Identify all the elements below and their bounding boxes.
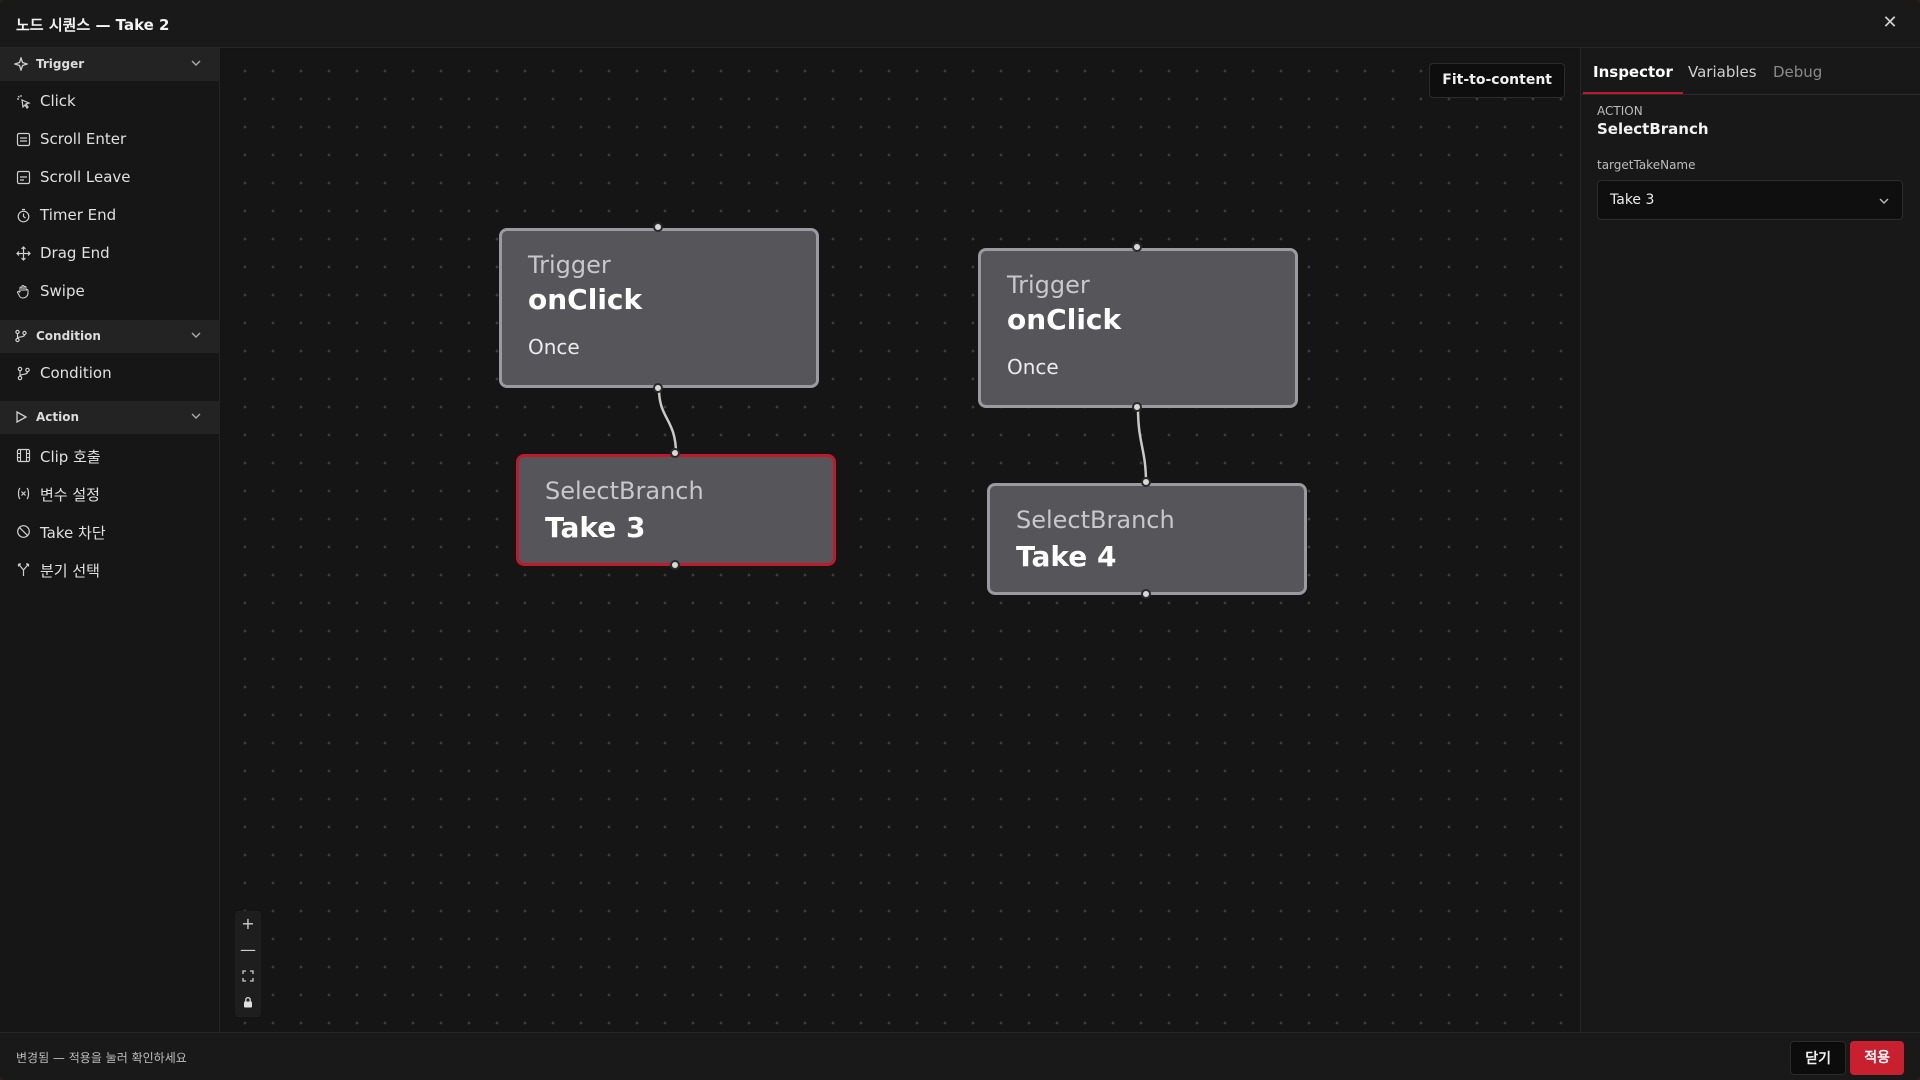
branch-icon [17,366,30,381]
tab-debug[interactable]: Debug [1763,58,1832,94]
input-port[interactable] [1141,477,1151,487]
sidebar-item-clip-call[interactable]: Clip 호출 [0,438,220,474]
window-title: 노드 시퀀스 — Take 2 [16,16,170,34]
target-take-select[interactable]: Take 3 [1597,180,1903,220]
select-value: Take 3 [1610,192,1655,208]
sidebar-item-label: Scroll Leave [40,168,131,186]
section-header-trigger[interactable]: Trigger [0,48,220,81]
node-name: Take 3 [545,511,646,544]
select-branch-node-1[interactable]: SelectBranch Take 3 [516,454,836,566]
hand-icon [16,284,29,299]
block-icon [17,525,30,538]
zoom-controls: + — [235,911,261,1017]
sidebar-item-scroll-leave[interactable]: Scroll Leave [0,160,220,196]
chevron-down-icon [191,332,201,338]
footer-bar: 변경됨 — 적용을 눌러 확인하세요 닫기 적용 [0,1032,1920,1080]
node-sub: Once [1007,355,1059,379]
output-port[interactable] [1141,589,1151,599]
section-label-condition: Condition [36,329,101,343]
sidebar-item-swipe[interactable]: Swipe [0,274,220,310]
node-kind: Trigger [528,251,611,279]
sidebar-item-scroll-enter[interactable]: Scroll Enter [0,122,220,158]
node-name: onClick [1007,303,1122,336]
trigger-node-2[interactable]: Trigger onClick Once [978,248,1298,408]
scroll-leave-icon [16,170,31,185]
trigger-node-1[interactable]: Trigger onClick Once [499,228,819,388]
play-icon [16,410,28,424]
sidebar-item-label: Take 차단 [40,524,106,542]
sidebar-item-label: Timer End [40,206,117,224]
sidebar-item-label: 변수 설정 [40,486,100,504]
action-value: SelectBranch [1597,120,1709,138]
field-label: targetTakeName [1597,158,1696,172]
section-header-action[interactable]: Action [0,401,220,434]
apply-button[interactable]: 적용 [1850,1041,1904,1075]
close-button[interactable]: 닫기 [1790,1041,1846,1075]
node-name: onClick [528,283,643,316]
node-palette-sidebar: Trigger Click Scroll Enter Scroll Leave … [0,48,220,1032]
output-port[interactable] [1132,402,1142,412]
sidebar-item-set-variable[interactable]: 변수 설정 [0,476,220,512]
section-label-action: Action [36,410,80,424]
sidebar-item-timer-end[interactable]: Timer End [0,198,220,234]
sidebar-item-condition[interactable]: Condition [0,356,220,392]
variable-icon [17,487,30,500]
edge-trigger2-to-branch2 [1136,407,1148,484]
node-kind: SelectBranch [1016,506,1175,534]
fork-icon [17,563,30,576]
output-port[interactable] [653,383,663,393]
tab-inspector[interactable]: Inspector [1583,58,1683,94]
input-port[interactable] [1132,242,1142,252]
fit-view-button[interactable] [235,963,261,989]
input-port[interactable] [670,448,680,458]
film-icon [16,448,31,463]
sidebar-item-label: 분기 선택 [40,562,100,580]
timer-icon [17,208,30,223]
edge-trigger1-to-branch1 [657,388,678,455]
sidebar-item-label: Condition [40,364,112,382]
tabs-divider [1581,94,1920,95]
close-icon[interactable]: ✕ [1878,11,1902,35]
sidebar-item-drag-end[interactable]: Drag End [0,236,220,272]
sidebar-item-block-take[interactable]: Take 차단 [0,514,220,550]
section-label-trigger: Trigger [36,57,85,71]
fullscreen-icon [242,970,254,982]
node-kind: Trigger [1007,271,1090,299]
inspector-panel: Inspector Variables Debug ACTION SelectB… [1580,48,1920,1032]
action-label: ACTION [1597,104,1643,118]
node-sequence-window: 노드 시퀀스 — Take 2 ✕ Trigger Click Scroll E… [0,0,1920,1080]
scroll-enter-icon [16,132,31,147]
zoom-in-button[interactable]: + [235,911,261,937]
section-header-condition[interactable]: Condition [0,320,220,353]
title-bar: 노드 시퀀스 — Take 2 ✕ [0,0,1920,48]
sidebar-item-select-branch[interactable]: 분기 선택 [0,552,220,588]
chevron-down-icon [191,413,201,419]
node-canvas[interactable]: Fit-to-content Trigger onClick Once Sele… [221,49,1579,1032]
sidebar-item-label: Drag End [40,244,110,262]
node-kind: SelectBranch [545,477,704,505]
sidebar-item-label: Swipe [40,282,85,300]
lock-button[interactable] [235,989,261,1015]
trigger-icon [14,57,28,71]
sidebar-item-label: Click [40,92,76,110]
node-name: Take 4 [1016,540,1117,573]
node-sub: Once [528,335,580,359]
click-icon [17,95,31,109]
move-icon [16,246,31,261]
zoom-out-button[interactable]: — [235,937,261,963]
input-port[interactable] [653,222,663,232]
chevron-down-icon [191,60,201,66]
sidebar-item-click[interactable]: Click [0,84,220,120]
branch-icon [15,329,27,343]
sidebar-item-label: Clip 호출 [40,448,101,466]
output-port[interactable] [670,560,680,570]
select-branch-node-2[interactable]: SelectBranch Take 4 [987,483,1307,595]
fit-to-content-button[interactable]: Fit-to-content [1429,63,1565,98]
lock-icon [244,996,252,1008]
status-text: 변경됨 — 적용을 눌러 확인하세요 [16,1051,187,1065]
chevron-down-icon [1879,198,1889,204]
edge-layer [657,388,1148,484]
sidebar-item-label: Scroll Enter [40,130,127,148]
tab-variables[interactable]: Variables [1678,58,1767,94]
